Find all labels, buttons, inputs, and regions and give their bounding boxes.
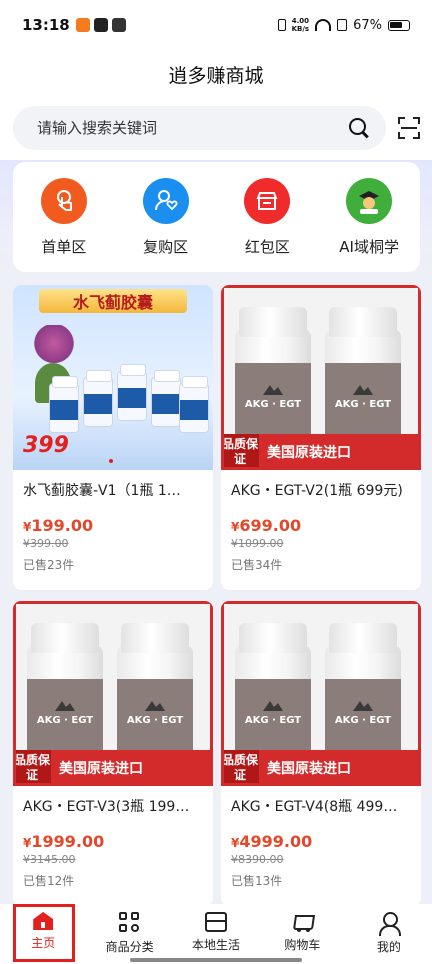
search-icon[interactable] [348, 117, 370, 139]
original-price: ¥3145.00 [23, 853, 76, 866]
user-heart-icon [142, 178, 189, 224]
user-icon [378, 912, 401, 936]
app-notification-icon [111, 18, 126, 32]
tab-profile[interactable]: 我的 [346, 904, 432, 964]
status-time: 13:18 [22, 16, 70, 34]
sold-count: 已售23件 [23, 558, 75, 572]
tab-categories[interactable]: 商品分类 [86, 904, 172, 964]
price-tag: 399 [23, 433, 69, 458]
net-speed: 4.00 KB/s [292, 17, 309, 33]
product-image: AKG · EGT AKG · EGT 品质保证 美国原装进口 [221, 601, 421, 786]
nav-first-order[interactable]: 首单区 [19, 178, 109, 272]
product-card[interactable]: AKG · EGT AKG · EGT 品质保证 美国原装进口 AKG・EGT-… [221, 601, 421, 906]
nav-label: 复购区 [143, 238, 189, 256]
nav-repurchase[interactable]: 复购区 [121, 178, 211, 272]
nav-ai-academy[interactable]: AI域桐学 [324, 178, 414, 272]
vibrate-icon [277, 19, 286, 31]
tab-label: 我的 [376, 940, 401, 954]
thistle-product-image: 水飞蓟胶囊 399 [13, 285, 213, 470]
battery-icon [388, 19, 410, 31]
product-card[interactable]: AKG · EGT AKG · EGT 品质保证 美国原装进口 AKG・EGT-… [13, 601, 213, 906]
notification-icons [75, 18, 126, 32]
net-speed-value: 4.00 [291, 17, 309, 25]
nav-label: AI域桐学 [339, 238, 399, 256]
product-name: AKG・EGT-V3(3瓶 199… [23, 799, 190, 815]
original-price: ¥1099.00 [231, 537, 284, 550]
product-banner: 水飞蓟胶囊 [39, 289, 187, 313]
image-frame [13, 601, 213, 786]
tab-label: 本地生活 [192, 938, 241, 952]
product-card[interactable]: AKG · EGT AKG · EGT 品质保证 美国原装进口 AKG・EGT-… [221, 285, 421, 590]
tab-cart[interactable]: 购物车 [259, 904, 345, 964]
bottle-image [83, 370, 113, 427]
app-notification-icon [93, 18, 108, 32]
image-frame [221, 601, 421, 786]
product-name: AKG・EGT-V4(8瓶 499… [231, 799, 398, 815]
search-area [0, 98, 432, 160]
home-indicator [130, 958, 302, 962]
quick-nav: 首单区 复购区 红包区 AI域桐学 [13, 162, 420, 272]
net-speed-unit: KB/s [291, 25, 310, 33]
status-bar: 13:18 4.00 KB/s 67% [0, 0, 432, 50]
sim-icon [337, 19, 348, 31]
app-notification-icon [75, 18, 90, 32]
price-value: 4999.00 [239, 832, 313, 851]
bottle-image [179, 376, 209, 433]
product-name: 水飞蓟胶囊-V1（1瓶 1… [23, 483, 181, 499]
tab-local-life[interactable]: 本地生活 [173, 904, 259, 964]
nav-label: 红包区 [244, 238, 290, 256]
bottle-image [49, 376, 79, 433]
active-tab-highlight [13, 904, 75, 962]
scan-icon[interactable] [398, 117, 420, 139]
product-info: 水飞蓟胶囊-V1（1瓶 1… ¥199.00 ¥399.00 已售23件 [23, 480, 205, 573]
bottle-image [117, 364, 147, 421]
price-value: 199.00 [31, 516, 94, 535]
original-price: ¥8390.00 [231, 853, 284, 866]
image-frame [221, 285, 421, 470]
sold-count: 已售13件 [231, 874, 283, 888]
store-icon [244, 178, 291, 224]
hand-tap-icon [40, 178, 87, 224]
sold-count: 已售12件 [23, 874, 75, 888]
product-image: AKG · EGT AKG · EGT 品质保证 美国原装进口 [13, 601, 213, 786]
search-box[interactable] [13, 106, 386, 150]
sold-count: 已售34件 [231, 558, 283, 572]
cart-icon [291, 912, 313, 932]
graduate-avatar-icon [346, 178, 393, 224]
product-info: AKG・EGT-V4(8瓶 499… ¥4999.00 ¥8390.00 已售1… [231, 796, 413, 889]
bottle-image [151, 370, 181, 427]
category-grid-icon [118, 912, 141, 934]
product-name: AKG・EGT-V2(1瓶 699元) [231, 483, 403, 499]
product-card[interactable]: 水飞蓟胶囊 399 水飞蓟胶囊-V1（1瓶 1… ¥199.00 ¥399.00… [13, 285, 213, 590]
product-price: ¥1999.00 [23, 832, 205, 851]
page-title-bar: 逍多赚商城 [0, 50, 432, 98]
store-icon [205, 912, 228, 932]
search-input[interactable] [37, 119, 348, 137]
original-price: ¥399.00 [23, 537, 69, 550]
product-image: AKG · EGT AKG · EGT 品质保证 美国原装进口 [221, 285, 421, 470]
product-image: 水飞蓟胶囊 399 [13, 285, 213, 470]
tab-label: 商品分类 [105, 940, 154, 954]
status-right: 4.00 KB/s 67% [277, 17, 410, 33]
product-price: ¥199.00 [23, 516, 205, 535]
page-title: 逍多赚商城 [168, 64, 264, 87]
carousel-dot [109, 459, 113, 463]
tab-label: 购物车 [284, 938, 321, 952]
product-price: ¥4999.00 [231, 832, 413, 851]
product-price: ¥699.00 [231, 516, 413, 535]
battery-percent: 67% [353, 17, 382, 33]
price-value: 699.00 [239, 516, 302, 535]
nav-red-packet[interactable]: 红包区 [222, 178, 312, 272]
product-info: AKG・EGT-V2(1瓶 699元) ¥699.00 ¥1099.00 已售3… [231, 480, 413, 573]
price-value: 1999.00 [31, 832, 105, 851]
nav-label: 首单区 [41, 238, 87, 256]
wifi-icon [315, 19, 332, 31]
product-info: AKG・EGT-V3(3瓶 199… ¥1999.00 ¥3145.00 已售1… [23, 796, 205, 889]
